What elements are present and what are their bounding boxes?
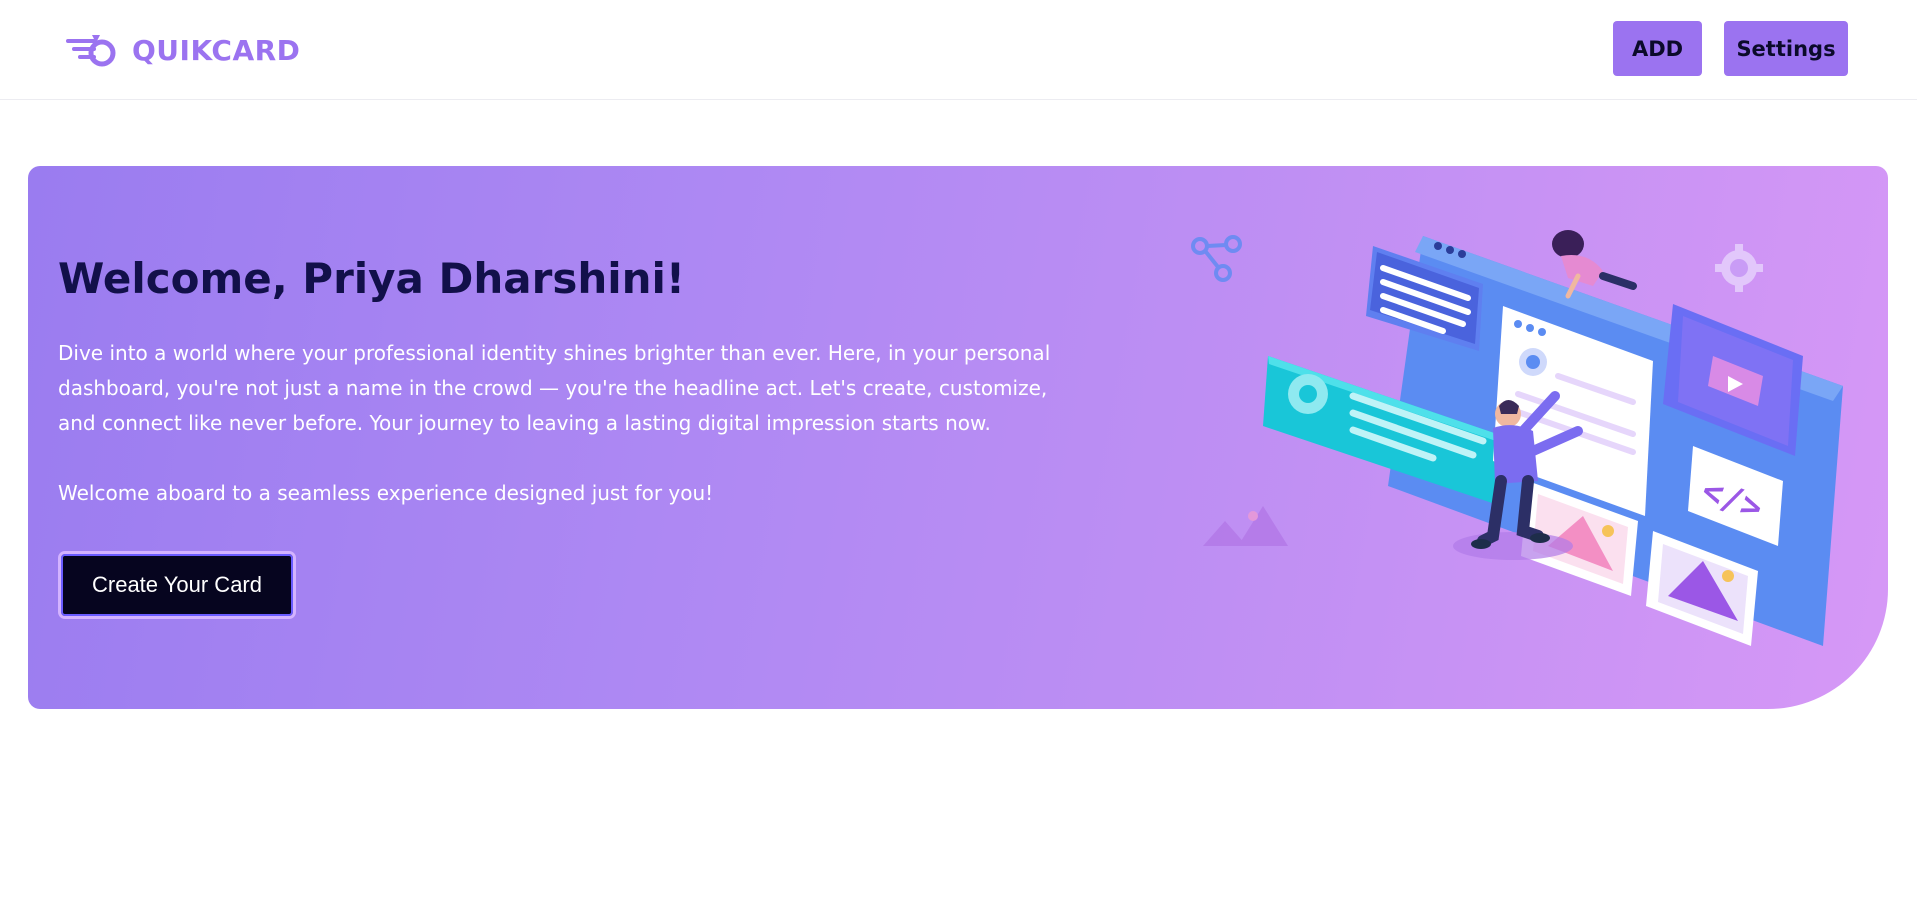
brand-name: QUIKCARD (132, 33, 301, 67)
hero-description: Dive into a world where your professiona… (58, 341, 1051, 435)
web-design-illustration: </> (1191, 230, 1843, 646)
brand[interactable]: QUIKCARD (66, 28, 300, 72)
mountain-decoration (1203, 506, 1288, 546)
share-icon (1191, 235, 1242, 282)
brand-logo-icon (66, 35, 116, 67)
nav-actions: ADD Settings (1613, 21, 1848, 76)
add-button[interactable]: ADD (1613, 21, 1702, 76)
hero-title: Welcome, Priya Dharshini! (58, 254, 686, 303)
welcome-hero: Welcome, Priya Dharshini! Dive into a wo… (28, 166, 1888, 709)
settings-button[interactable]: Settings (1724, 21, 1848, 76)
gear-icon (1715, 244, 1763, 292)
hero-welcome-text: Welcome aboard to a seamless experience … (58, 481, 714, 505)
create-card-button[interactable]: Create Your Card (58, 551, 296, 619)
woman-figure (1552, 230, 1637, 299)
top-navbar: QUIKCARD ADD Settings (0, 0, 1917, 100)
